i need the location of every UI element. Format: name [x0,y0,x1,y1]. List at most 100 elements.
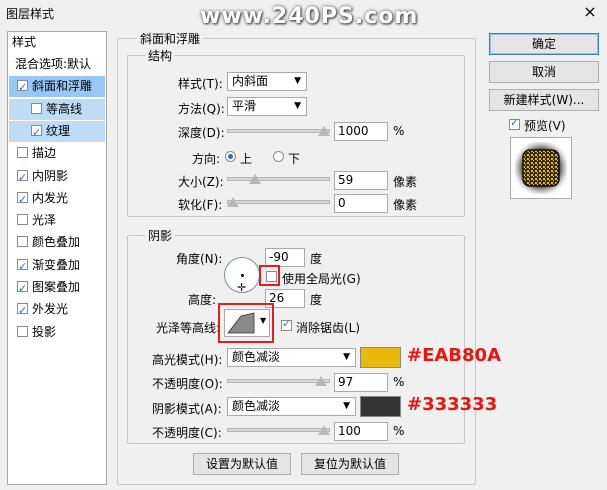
style-item-checkbox[interactable] [17,167,28,188]
style-item-checkbox[interactable] [31,122,42,143]
style-item-checkbox[interactable] [17,77,28,98]
highlight-mode-select[interactable]: 颜色减淡 ▼ [227,348,356,367]
style-item[interactable]: 颜色叠加 [9,232,105,253]
style-item[interactable]: 渐变叠加 [9,255,105,277]
size-input[interactable]: 59 [334,171,388,190]
bevel-emboss-title: 斜面和浮雕 [137,30,204,47]
cancel-button[interactable]: 取消 [489,61,599,83]
chevron-down-icon: ▼ [294,101,301,111]
altitude-unit: 度 [310,293,323,307]
shadow-color-label: #333333 [407,394,498,415]
gloss-contour-picker[interactable]: ▼ [224,309,270,337]
style-item[interactable]: 内阴影 [9,166,105,188]
styles-header[interactable]: 样式 [12,32,108,53]
direction-label: 方向: [192,152,221,166]
shading-title: 阴影 [145,227,176,244]
style-select[interactable]: 内斜面 ▼ [227,72,307,91]
chevron-down-icon: ▼ [343,401,350,411]
preview-checkbox[interactable] [509,116,520,130]
soften-input[interactable]: 0 [334,194,388,213]
style-item[interactable]: 混合选项:默认 [9,54,105,75]
style-item-checkbox[interactable] [17,256,28,277]
depth-slider-thumb[interactable] [318,126,330,136]
shadow-color-swatch[interactable] [360,396,401,417]
style-item[interactable]: 外发光 [9,299,105,321]
style-label: 样式(T): [178,77,223,91]
shadow-mode-label: 阴影模式(A): [152,402,222,416]
style-item-checkbox[interactable] [31,102,42,114]
highlight-opacity-input[interactable]: 97 [334,373,388,392]
highlight-color-swatch[interactable] [360,347,401,368]
depth-slider-track[interactable] [227,129,330,133]
shadow-mode-select[interactable]: 颜色减淡 ▼ [227,397,356,416]
style-item[interactable]: 纹理 [9,120,105,143]
style-item-checkbox[interactable] [17,236,28,248]
style-preview [510,137,572,199]
highlight-opacity-thumb[interactable] [315,376,328,386]
style-item-label: 渐变叠加 [32,257,81,272]
direction-down-radio[interactable] [273,151,284,162]
style-item-label: 图案叠加 [32,280,81,294]
crosshair-icon: ✛ [237,281,247,294]
technique-select[interactable]: 平滑 ▼ [227,97,307,116]
direction-up-label[interactable]: 上 [240,150,252,167]
style-item[interactable]: 斜面和浮雕 [9,76,105,98]
window-title: 图层样式 [6,7,55,21]
size-unit: 像素 [393,175,418,189]
size-slider-thumb[interactable] [248,174,261,184]
style-item[interactable]: 光泽 [9,210,105,231]
style-item-checkbox[interactable] [17,214,28,226]
soften-slider-track[interactable] [227,200,330,204]
style-item-checkbox[interactable] [17,189,28,210]
depth-label: 深度(D): [178,126,225,140]
angle-dial-center [241,274,244,277]
style-item[interactable]: 图案叠加 [9,277,105,299]
soften-slider-thumb[interactable] [227,197,239,207]
shadow-opacity-input[interactable]: 100 [334,422,388,441]
highlight-color-label: #EAB80A [407,345,502,366]
antialias-checkbox[interactable] [281,317,292,331]
style-item-checkbox[interactable] [17,147,28,159]
reset-default-button[interactable]: 复位为默认值 [301,453,399,475]
styles-list: 样式 混合选项:默认斜面和浮雕等高线纹理描边内阴影内发光光泽颜色叠加渐变叠加图案… [7,31,107,485]
gloss-contour-label: 光泽等高线: [156,321,221,335]
style-item-checkbox[interactable] [17,300,28,321]
chevron-down-icon: ▼ [260,316,267,325]
depth-unit: % [393,124,405,138]
angle-dial[interactable]: ✛ [224,257,260,293]
antialias-label[interactable]: 消除锯齿(L) [296,319,360,336]
style-item[interactable]: 内发光 [9,188,105,210]
chevron-down-icon: ▼ [343,352,350,362]
close-icon[interactable]: × [578,2,602,22]
style-item-checkbox[interactable] [17,278,28,299]
style-item[interactable]: 等高线 [9,98,105,120]
style-item-label: 内发光 [32,190,69,205]
make-default-button[interactable]: 设置为默认值 [193,453,291,475]
global-light-checkbox[interactable] [266,271,277,282]
new-style-button[interactable]: 新建样式(W)... [489,89,599,111]
direction-down-label[interactable]: 下 [288,150,300,167]
global-light-label[interactable]: 使用全局光(G) [282,270,361,287]
highlight-mode-value: 颜色减淡 [232,350,281,364]
soften-label: 软化(F): [178,198,223,212]
style-item[interactable]: 投影 [9,322,105,343]
style-item-label: 颜色叠加 [32,235,81,250]
style-item-label: 描边 [32,146,57,161]
style-item[interactable]: 描边 [9,143,105,164]
style-item-checkbox[interactable] [17,325,28,337]
direction-up-radio[interactable] [225,151,236,162]
ok-button[interactable]: 确定 [489,33,599,55]
watermark: www.240PS.com [200,4,419,29]
shadow-opacity-label: 不透明度(C): [152,426,222,440]
technique-label: 方法(Q): [178,102,225,116]
size-slider-track[interactable] [227,177,330,181]
highlight-opacity-label: 不透明度(O): [152,377,223,391]
shadow-opacity-thumb[interactable] [318,425,330,435]
angle-label: 角度(N): [176,252,223,266]
depth-input[interactable]: 1000 [334,122,388,141]
shadow-opacity-track[interactable] [227,428,330,432]
contour-preview-icon [227,312,255,334]
chevron-down-icon: ▼ [294,76,301,86]
preview-label[interactable]: 预览(V) [524,117,566,134]
altitude-label: 高度: [188,293,217,307]
